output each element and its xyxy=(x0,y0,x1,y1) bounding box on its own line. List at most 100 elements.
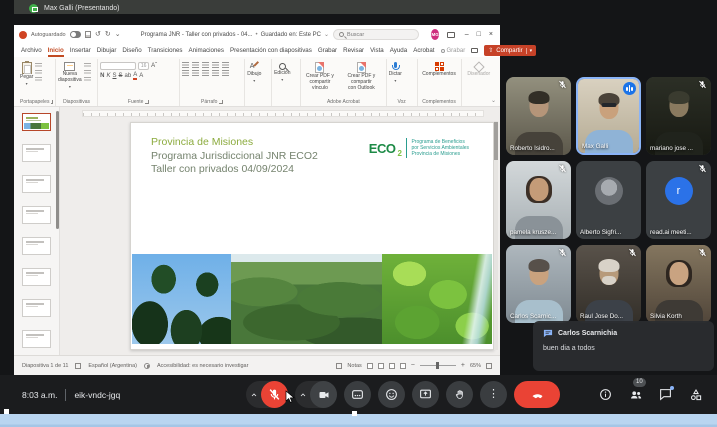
slide-thumbnail-1[interactable] xyxy=(22,113,51,131)
tab-revisar[interactable]: Revisar xyxy=(343,47,364,54)
camera-options-chevron-icon[interactable] xyxy=(295,391,310,399)
reset-icon[interactable] xyxy=(84,70,91,75)
tab-insertar[interactable]: Insertar xyxy=(70,47,91,54)
tab-inicio[interactable]: Inicio xyxy=(48,47,64,54)
raise-hand-button[interactable] xyxy=(446,381,473,408)
font-name-select[interactable] xyxy=(100,62,136,70)
zoom-level[interactable]: 65% xyxy=(470,363,481,369)
search-input[interactable]: Buscar xyxy=(333,29,419,40)
qat-dropdown-icon[interactable]: ⌄ xyxy=(115,31,121,38)
tab-animaciones[interactable]: Animaciones xyxy=(189,47,224,54)
underline-button[interactable]: S xyxy=(112,73,116,79)
align-left-icon[interactable] xyxy=(182,70,189,76)
designer-button[interactable]: Diseñador xyxy=(467,60,490,78)
capture-handle[interactable] xyxy=(352,411,357,416)
numbering-icon[interactable] xyxy=(192,62,199,68)
format-painter-icon[interactable] xyxy=(35,77,42,82)
addins-button[interactable]: Complementos xyxy=(422,60,456,78)
align-center-icon[interactable] xyxy=(192,70,199,76)
zoom-in-button[interactable]: + xyxy=(461,362,465,369)
activities-button[interactable] xyxy=(688,387,703,402)
cut-icon[interactable] xyxy=(35,63,42,68)
save-icon[interactable] xyxy=(85,31,91,38)
meeting-details-button[interactable] xyxy=(598,387,613,402)
participant-tile-pamela[interactable]: pamela krusze... xyxy=(506,161,571,239)
indent-decrease-icon[interactable] xyxy=(202,62,209,68)
dialog-launcher-icon[interactable] xyxy=(145,100,149,104)
notes-button[interactable]: Notas xyxy=(347,363,361,369)
camera-button[interactable] xyxy=(310,381,337,408)
reading-view-icon[interactable] xyxy=(389,363,395,369)
columns-icon[interactable] xyxy=(222,70,229,76)
participant-tile-roberto[interactable]: Roberto Isidro... xyxy=(506,77,571,155)
new-slide-button[interactable]: Nueva diapositiva▾ xyxy=(58,60,82,89)
section-icon[interactable] xyxy=(84,77,91,82)
tab-vista[interactable]: Vista xyxy=(370,47,384,54)
bold-button[interactable]: N xyxy=(100,73,104,79)
paste-button[interactable]: Pegar▾ xyxy=(20,60,33,86)
slide-title-block[interactable]: Provincia de Misiones Programa Jurisdicc… xyxy=(151,136,318,177)
draw-button[interactable]: Dibujo▾ xyxy=(247,60,261,83)
tab-transiciones[interactable]: Transiciones xyxy=(148,47,183,54)
normal-view-icon[interactable] xyxy=(367,363,373,369)
account-avatar[interactable]: MG xyxy=(431,29,439,40)
zoom-out-button[interactable]: − xyxy=(411,362,415,369)
char-spacing-button[interactable]: ab xyxy=(125,73,132,79)
more-options-button[interactable]: ⋮ xyxy=(480,381,507,408)
tab-presentacion[interactable]: Presentación con diapositivas xyxy=(230,47,312,54)
slide-thumbnail-8[interactable] xyxy=(22,330,51,348)
highlight-button[interactable]: A xyxy=(139,73,143,79)
tab-diseno[interactable]: Diseño xyxy=(122,47,141,54)
leave-call-button[interactable] xyxy=(514,381,560,408)
captions-button[interactable] xyxy=(344,381,371,408)
accessibility-status[interactable]: Accesibilidad: es necesario investigar xyxy=(157,363,248,369)
mic-options-chevron-icon[interactable] xyxy=(246,391,261,399)
capture-handle[interactable] xyxy=(4,409,9,414)
editor-scrollbar[interactable] xyxy=(494,121,498,350)
strikethrough-button[interactable]: S xyxy=(119,73,123,79)
chat-panel-button[interactable] xyxy=(658,387,673,402)
participant-tile-carlos[interactable]: Carlos Scarnic... xyxy=(506,245,571,323)
participant-tile-raul[interactable]: Raul Jose Do... xyxy=(576,245,641,323)
dictate-button[interactable]: Dictar▾ xyxy=(389,60,402,83)
slide-sorter-icon[interactable] xyxy=(378,363,384,369)
font-size-select[interactable]: 16 xyxy=(138,62,149,70)
slide-thumbnail-3[interactable] xyxy=(22,175,51,193)
font-color-button[interactable]: A xyxy=(133,72,137,80)
record-button[interactable]: Grabar xyxy=(441,48,466,54)
participant-tile-readai[interactable]: r read.ai meeti... xyxy=(646,161,711,239)
participant-tile-max-galli[interactable]: Max Galli xyxy=(576,77,641,155)
presenter-view-icon[interactable] xyxy=(447,32,454,38)
zoom-slider[interactable] xyxy=(420,365,456,366)
maximize-button[interactable]: □ xyxy=(477,31,481,38)
people-panel-button[interactable]: 10 xyxy=(628,387,643,402)
slide-thumbnail-5[interactable] xyxy=(22,237,51,255)
grow-font-icon[interactable]: Aˆ xyxy=(151,63,157,69)
slide-thumbnail-6[interactable] xyxy=(22,268,51,286)
share-button[interactable]: ⇧ Compartir ▾ xyxy=(484,45,536,56)
dialog-launcher-icon[interactable] xyxy=(219,100,223,104)
italic-button[interactable]: K xyxy=(106,73,110,79)
language-status[interactable]: Español (Argentina) xyxy=(88,363,137,369)
slide-thumbnail-2[interactable] xyxy=(22,144,51,162)
edit-button[interactable]: Edición▾ xyxy=(274,60,290,82)
comments-icon[interactable] xyxy=(471,48,478,53)
indent-increase-icon[interactable] xyxy=(212,62,219,68)
layout-icon[interactable] xyxy=(84,63,91,68)
align-right-icon[interactable] xyxy=(202,70,209,76)
tab-archivo[interactable]: Archivo xyxy=(21,47,42,54)
participant-tile-silvia[interactable]: Silvia Korth xyxy=(646,245,711,323)
thumbnail-scrollbar[interactable] xyxy=(56,111,59,229)
bullets-icon[interactable] xyxy=(182,62,189,68)
collapse-ribbon-icon[interactable]: ⌄ xyxy=(491,97,496,104)
dialog-launcher-icon[interactable] xyxy=(51,100,53,104)
tab-grabar[interactable]: Grabar xyxy=(318,47,337,54)
reactions-button[interactable] xyxy=(378,381,405,408)
justify-icon[interactable] xyxy=(212,70,219,76)
display-settings-icon[interactable] xyxy=(75,363,81,369)
present-button[interactable] xyxy=(412,381,439,408)
redo-icon[interactable]: ↻ xyxy=(105,31,111,38)
slide-canvas[interactable]: Provincia de Misiones Programa Jurisdicc… xyxy=(130,122,494,350)
slideshow-icon[interactable] xyxy=(400,363,406,369)
line-spacing-icon[interactable] xyxy=(222,62,229,68)
